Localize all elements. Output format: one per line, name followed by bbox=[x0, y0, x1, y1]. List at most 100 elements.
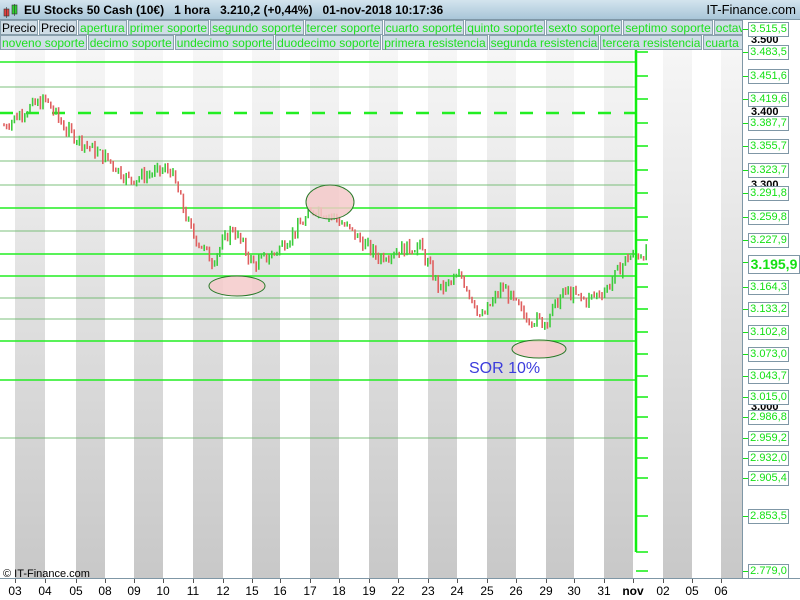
date-label: 03 bbox=[8, 584, 22, 598]
highlight-ellipse bbox=[511, 339, 567, 359]
highlight-ellipse bbox=[305, 184, 355, 220]
day-stripe bbox=[487, 50, 516, 578]
x-tick bbox=[134, 579, 135, 583]
day-stripe bbox=[310, 50, 339, 578]
price-label: 3.483,5 bbox=[743, 45, 789, 60]
date-label: 23 bbox=[421, 584, 435, 598]
price-label: 3.043,7 bbox=[743, 369, 789, 384]
date-label: 05 bbox=[69, 584, 83, 598]
legend-item[interactable]: segunda resistencia bbox=[488, 35, 600, 50]
x-tick bbox=[692, 579, 693, 583]
legend-item[interactable]: primera resistencia bbox=[382, 35, 488, 50]
x-tick bbox=[339, 579, 340, 583]
legend-item[interactable]: undecimo soporte bbox=[174, 35, 275, 50]
date-label: 31 bbox=[597, 584, 611, 598]
x-tick bbox=[193, 579, 194, 583]
price-label: 3.387,7 bbox=[743, 116, 789, 131]
date-label: 11 bbox=[186, 584, 200, 598]
date-label: 09 bbox=[127, 584, 141, 598]
price-label: 3.259,8 bbox=[743, 210, 789, 225]
day-stripe bbox=[134, 50, 163, 578]
x-tick bbox=[574, 579, 575, 583]
legend-item[interactable]: segundo soporte bbox=[210, 20, 304, 35]
x-tick bbox=[223, 579, 224, 583]
day-stripe bbox=[369, 50, 398, 578]
brand-label: IT-Finance.com bbox=[706, 2, 796, 17]
date-label: 17 bbox=[303, 584, 317, 598]
day-stripe bbox=[663, 50, 692, 578]
legend-item[interactable]: decimo soporte bbox=[87, 35, 174, 50]
date-label: 05 bbox=[685, 584, 699, 598]
legend-item[interactable]: sexto soporte bbox=[546, 20, 623, 35]
date-label: 24 bbox=[450, 584, 464, 598]
price-label: 3.133,2 bbox=[743, 302, 789, 317]
chart-title: EU Stocks 50 Cash (10€) 1 hora 3.210,2 (… bbox=[24, 3, 444, 17]
highlight-ellipse bbox=[208, 275, 266, 297]
legend-item[interactable]: apertura bbox=[78, 20, 127, 35]
price-label: 3.355,7 bbox=[743, 139, 789, 154]
price-label: 3.291,8 bbox=[743, 186, 789, 201]
price-label: 2.853,5 bbox=[743, 509, 789, 524]
date-label: 29 bbox=[539, 584, 553, 598]
day-stripe bbox=[76, 50, 105, 578]
x-tick bbox=[15, 579, 16, 583]
date-label: 10 bbox=[156, 584, 170, 598]
legend-item[interactable]: cuarto soporte bbox=[383, 20, 465, 35]
date-label: 26 bbox=[509, 584, 523, 598]
date-label: 06 bbox=[714, 584, 728, 598]
x-tick bbox=[163, 579, 164, 583]
legend-item[interactable]: tercera resistencia bbox=[600, 35, 703, 50]
x-tick bbox=[721, 579, 722, 583]
price-label: 3.015,0 bbox=[743, 390, 789, 405]
price-label: 3.073,0 bbox=[743, 347, 789, 362]
legend-item[interactable]: septimo soporte bbox=[623, 20, 713, 35]
price-label: 3.515,5 bbox=[743, 22, 789, 37]
x-tick bbox=[516, 579, 517, 583]
date-label: 12 bbox=[216, 584, 230, 598]
x-tick bbox=[280, 579, 281, 583]
price-label: 2.779,0 bbox=[743, 564, 789, 579]
chart-canvas bbox=[0, 50, 742, 578]
day-stripe bbox=[721, 50, 742, 578]
price-label: 3.227,9 bbox=[743, 233, 789, 248]
price-label: 2.932,0 bbox=[743, 451, 789, 466]
date-label: 18 bbox=[332, 584, 346, 598]
time-axis: 03 04 05 08 09 10 11 12 15 16 17 18 19 22 23 24 25 26 29 30… bbox=[0, 578, 800, 600]
price-label: 3.102,8 bbox=[743, 325, 789, 340]
x-tick bbox=[398, 579, 399, 583]
title-bar: EU Stocks 50 Cash (10€) 1 hora 3.210,2 (… bbox=[0, 0, 800, 20]
last-price-label: 3.195,9 bbox=[743, 255, 800, 274]
legend-item[interactable]: noveno soporte bbox=[0, 35, 87, 50]
x-tick bbox=[105, 579, 106, 583]
price-axis: 3.500 3.400 3.300 3.000 3.515,5 3.483,5 3.451,… bbox=[742, 20, 800, 579]
legend-item[interactable]: Precio bbox=[39, 20, 78, 35]
day-stripe bbox=[193, 50, 223, 578]
x-tick bbox=[546, 579, 547, 583]
date-label: 04 bbox=[38, 584, 52, 598]
date-label: 22 bbox=[391, 584, 405, 598]
x-tick bbox=[663, 579, 664, 583]
legend-item[interactable]: duodecimo soporte bbox=[275, 35, 382, 50]
x-tick bbox=[487, 579, 488, 583]
x-tick bbox=[369, 579, 370, 583]
x-tick bbox=[428, 579, 429, 583]
x-tick bbox=[633, 579, 634, 583]
price-label: 3.451,6 bbox=[743, 69, 789, 84]
candlestick-logo-icon bbox=[3, 4, 18, 18]
legend-item[interactable]: Precio bbox=[0, 20, 39, 35]
price-label: 2.905,4 bbox=[743, 471, 789, 486]
price-label: 3.419,6 bbox=[743, 92, 789, 107]
day-stripe bbox=[252, 50, 280, 578]
x-tick bbox=[604, 579, 605, 583]
legend-item[interactable]: tercer soporte bbox=[304, 20, 383, 35]
day-stripe bbox=[15, 50, 45, 578]
price-label: 3.164,3 bbox=[743, 280, 789, 295]
date-label: 25 bbox=[480, 584, 494, 598]
price-label: 2.959,2 bbox=[743, 431, 789, 446]
legend-item[interactable]: primer soporte bbox=[127, 20, 210, 35]
x-tick bbox=[310, 579, 311, 583]
price-chart[interactable] bbox=[0, 50, 742, 578]
x-tick bbox=[252, 579, 253, 583]
legend-item[interactable]: quinto soporte bbox=[465, 20, 546, 35]
x-tick bbox=[76, 579, 77, 583]
